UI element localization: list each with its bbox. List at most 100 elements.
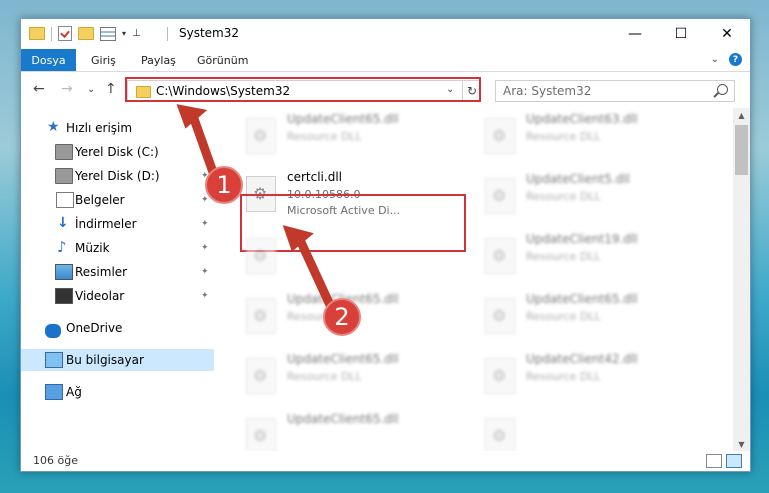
sidebar-item-pictures[interactable]: Resimler ✦ xyxy=(21,261,214,283)
drive-icon xyxy=(55,144,73,160)
file-type: Resource DLL xyxy=(526,310,601,323)
pin-icon: ✦ xyxy=(201,219,209,229)
recent-locations-button[interactable]: ⌄ xyxy=(87,84,95,95)
navigation-bar: ← → ⌄ ↑ C:\Windows\System32 ⌄ ↻ Ara: Sys… xyxy=(21,72,750,108)
network-icon xyxy=(45,384,63,400)
file-type: Resource DLL xyxy=(287,130,362,143)
sidebar-item-label: Yerel Disk (C:) xyxy=(75,145,159,159)
view-options-icon[interactable] xyxy=(100,26,116,41)
pictures-icon xyxy=(55,264,73,280)
file-type: Resource DLL xyxy=(526,370,601,383)
address-highlight-box xyxy=(125,77,481,102)
sidebar-item-label: Belgeler xyxy=(75,193,125,207)
quick-access-toolbar: ▾ ⊥ xyxy=(29,26,141,41)
list-item[interactable]: UpdateClient5.dll Resource DLL xyxy=(479,170,709,222)
file-type: Resource DLL xyxy=(526,190,601,203)
large-icons-view-icon[interactable] xyxy=(726,454,742,468)
sidebar-item-label: İndirmeler xyxy=(75,217,137,231)
star-icon: ★ xyxy=(47,119,60,135)
details-view-icon[interactable] xyxy=(706,454,722,468)
window-title: System32 xyxy=(179,26,240,40)
file-name: UpdateClient65.dll xyxy=(287,112,399,126)
list-item[interactable]: UpdateClient42.dll Resource DLL xyxy=(479,350,709,402)
sidebar-item-videos[interactable]: Videolar ✦ xyxy=(21,285,214,307)
file-name: certcli.dll xyxy=(287,170,342,184)
forward-button[interactable]: → xyxy=(61,81,73,97)
ribbon-tabs: Dosya Giriş Paylaş Görünüm ⌄ ? xyxy=(21,49,750,72)
minimize-button[interactable]: — xyxy=(612,19,658,49)
pin-icon: ✦ xyxy=(201,195,209,205)
list-item[interactable]: UpdateClient65.dll Resource DLL xyxy=(240,110,470,162)
sidebar-item-onedrive[interactable]: OneDrive xyxy=(21,317,214,339)
sidebar-item-label: OneDrive xyxy=(66,321,123,335)
scroll-thumb[interactable] xyxy=(735,125,748,175)
sidebar-item-music[interactable]: ♪ Müzik ✦ xyxy=(21,237,214,259)
dll-file-icon xyxy=(485,298,515,334)
file-list: UpdateClient65.dll Resource DLL UpdateCl… xyxy=(214,108,733,451)
list-item[interactable] xyxy=(479,410,709,451)
file-name: UpdateClient65.dll xyxy=(287,412,399,426)
expand-ribbon-icon[interactable]: ⌄ xyxy=(711,54,719,65)
up-button[interactable]: ↑ xyxy=(105,81,117,97)
sidebar-item-documents[interactable]: Belgeler ✦ xyxy=(21,189,214,211)
file-name: UpdateClient65.dll xyxy=(287,352,399,366)
scroll-down-button[interactable]: ▼ xyxy=(733,437,750,451)
maximize-button[interactable]: ☐ xyxy=(658,19,704,49)
sidebar-item-label: Videolar xyxy=(75,289,125,303)
list-item[interactable]: UpdateClient65.dll Resource DLL xyxy=(240,350,470,402)
explorer-window: ▾ ⊥ System32 — ☐ ✕ Dosya Giriş Paylaş Gö… xyxy=(20,18,751,472)
pin-icon: ✦ xyxy=(201,147,209,157)
sidebar-item-label: Bu bilgisayar xyxy=(66,353,144,367)
vertical-scrollbar[interactable]: ▲ ▼ xyxy=(733,108,750,451)
file-name: UpdateClient65.dll xyxy=(526,292,638,306)
back-button[interactable]: ← xyxy=(33,81,45,97)
properties-check-icon[interactable] xyxy=(58,26,72,41)
sidebar-item-quick-access[interactable]: ★ Hızlı erişim xyxy=(21,117,214,139)
list-item[interactable]: UpdateClient63.dll Resource DLL xyxy=(479,110,709,162)
dll-file-icon xyxy=(246,238,276,274)
drive-icon xyxy=(55,168,73,184)
search-icon[interactable] xyxy=(717,84,728,95)
sidebar-item-downloads[interactable]: ↓ İndirmeler ✦ xyxy=(21,213,214,235)
separator xyxy=(167,27,168,41)
item-count: 106 öğe xyxy=(33,454,78,467)
tab-view[interactable]: Görünüm xyxy=(197,49,248,71)
dll-file-icon xyxy=(246,418,276,451)
list-item[interactable] xyxy=(240,230,470,282)
file-name: UpdateClient5.dll xyxy=(526,172,630,186)
dll-file-icon xyxy=(246,358,276,394)
pin-icon: ✦ xyxy=(201,243,209,253)
list-item[interactable]: UpdateClient65.dll Resource DLL xyxy=(479,290,709,342)
search-box[interactable]: Ara: System32 xyxy=(495,80,735,102)
file-name: UpdateClient63.dll xyxy=(526,112,638,126)
sidebar-item-local-disk-c[interactable]: Yerel Disk (C:) ✦ xyxy=(21,141,214,163)
dll-file-icon xyxy=(485,238,515,274)
tab-share[interactable]: Paylaş xyxy=(141,49,176,71)
music-icon: ♪ xyxy=(57,238,67,256)
sidebar-item-this-pc[interactable]: Bu bilgisayar xyxy=(21,349,214,371)
search-input[interactable]: Ara: System32 xyxy=(503,84,591,98)
list-item[interactable]: UpdateClient19.dll Resource DLL xyxy=(479,230,709,282)
dll-file-icon xyxy=(485,418,515,451)
close-button[interactable]: ✕ xyxy=(704,19,750,49)
help-icon[interactable]: ? xyxy=(729,53,742,66)
title-bar: ▾ ⊥ System32 — ☐ ✕ xyxy=(21,19,750,49)
list-item[interactable]: UpdateClient65.dll xyxy=(240,410,470,451)
customize-toolbar-icon[interactable]: ▾ xyxy=(122,29,126,38)
status-bar: 106 öğe xyxy=(21,451,750,471)
sidebar-item-label: Ağ xyxy=(66,385,82,399)
scroll-up-button[interactable]: ▲ xyxy=(733,108,750,122)
sidebar-item-network[interactable]: Ağ xyxy=(21,381,214,403)
navigation-pane: ★ Hızlı erişim Yerel Disk (C:) ✦ Yerel D… xyxy=(21,108,214,451)
tab-file[interactable]: Dosya xyxy=(21,49,76,71)
new-folder-icon[interactable] xyxy=(78,27,94,40)
file-name: UpdateClient19.dll xyxy=(526,232,638,246)
file-type: Resource DLL xyxy=(287,370,362,383)
dll-file-icon xyxy=(485,118,515,154)
sidebar-item-local-disk-d[interactable]: Yerel Disk (D:) ✦ xyxy=(21,165,214,187)
pin-icon: ✦ xyxy=(201,267,209,277)
onedrive-icon xyxy=(45,324,61,338)
pin-down-icon[interactable]: ⊥ xyxy=(132,28,141,39)
tab-home[interactable]: Giriş xyxy=(91,49,116,71)
this-pc-icon xyxy=(45,352,63,368)
